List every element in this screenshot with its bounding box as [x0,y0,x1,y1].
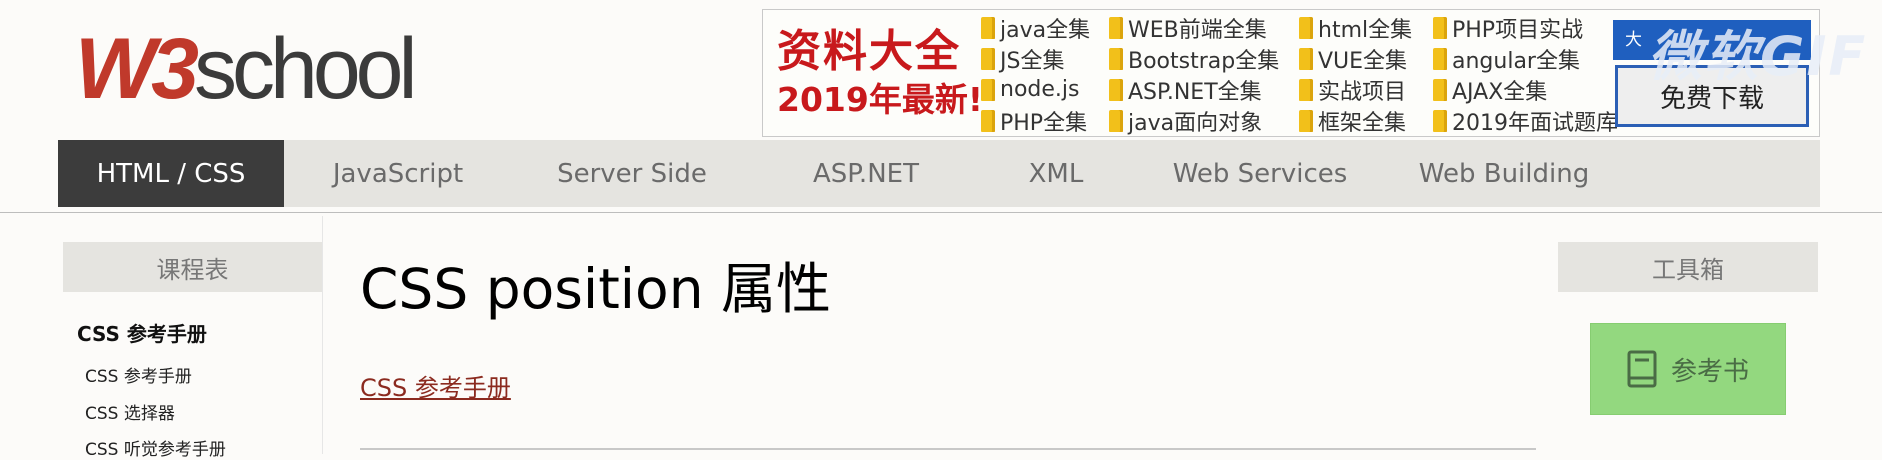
nav-item-xml[interactable]: XML [980,140,1132,207]
ad-link[interactable]: java面向对象 [1109,105,1299,136]
ad-link[interactable]: AJAX全集 [1433,74,1621,105]
folder-icon [981,78,995,101]
ad-link[interactable]: node.js [981,74,1109,105]
nav-item-web-services[interactable]: Web Services [1132,140,1388,207]
ad-link[interactable]: JS全集 [981,43,1109,74]
nav-divider [0,212,1882,213]
folder-icon [1433,78,1447,101]
nav-item-server-side[interactable]: Server Side [512,140,752,207]
main-nav: HTML / CSS JavaScript Server Side ASP.NE… [58,140,1820,207]
logo-school: school [194,21,418,117]
sidebar-section-title: CSS 参考手册 [77,322,207,346]
ad-link[interactable]: PHP全集 [981,105,1109,136]
folder-icon [1433,16,1447,39]
ad-link[interactable]: 2019年面试题库 [1433,105,1621,136]
ad-link[interactable]: html全集 [1299,12,1433,43]
folder-icon [1109,78,1123,101]
folder-icon [1109,109,1123,132]
ad-headline-line2: 2019年最新! [777,80,983,119]
folder-icon [981,47,995,70]
sidebar-divider [322,216,323,454]
ad-headline: 资料大全 2019年最新! [777,26,983,122]
reference-book-button[interactable]: 参考书 [1590,323,1786,415]
nav-item-asp-net[interactable]: ASP.NET [752,140,980,207]
ad-link[interactable]: ASP.NET全集 [1109,74,1299,105]
folder-icon [1299,16,1313,39]
sidebar-heading: 课程表 [63,242,322,292]
toolbox-heading: 工具箱 [1558,242,1818,292]
ad-link[interactable]: PHP项目实战 [1433,12,1621,43]
ad-banner[interactable]: 资料大全 2019年最新! java全集 WEB前端全集 html全集 PHP项… [762,9,1820,137]
ad-link[interactable]: Bootstrap全集 [1109,43,1299,74]
ad-link[interactable]: WEB前端全集 [1109,12,1299,43]
nav-item-html-css[interactable]: HTML / CSS [58,140,284,207]
folder-icon [1299,78,1313,101]
page-title: CSS position 属性 [360,257,832,321]
toolbox-sidebar: 工具箱 参考书 [1558,242,1818,454]
sidebar-item-css-selectors[interactable]: CSS 选择器 [85,399,175,424]
course-sidebar: 课程表 CSS 参考手册 CSS 参考手册 CSS 选择器 CSS 听觉参考手册 [63,242,322,460]
nav-item-web-building[interactable]: Web Building [1388,140,1620,207]
reference-book-label: 参考书 [1670,356,1749,387]
download-banner[interactable]: 大 [1613,20,1811,60]
ad-link[interactable]: 实战项目 [1299,74,1433,105]
logo-w3: W3 [75,21,199,117]
folder-icon [981,16,995,39]
nav-item-javascript[interactable]: JavaScript [284,140,512,207]
folder-icon [1109,47,1123,70]
folder-icon [1433,109,1447,132]
folder-icon [1109,16,1123,39]
content-divider [360,448,1536,450]
sidebar-item-css-aural[interactable]: CSS 听觉参考手册 [85,435,226,460]
ad-link[interactable]: VUE全集 [1299,43,1433,74]
sidebar-item-css-reference[interactable]: CSS 参考手册 [85,362,192,387]
ad-headline-line1: 资料大全 [777,26,961,77]
folder-icon [1433,47,1447,70]
folder-icon [1299,47,1313,70]
free-download-button[interactable]: 免费下载 [1615,65,1809,127]
folder-icon [981,109,995,132]
book-icon [1627,350,1657,388]
w3school-logo[interactable]: W3school [75,21,418,117]
css-reference-link[interactable]: CSS 参考手册 [360,368,511,403]
folder-icon [1299,109,1313,132]
ad-link[interactable]: angular全集 [1433,43,1621,74]
ad-link[interactable]: java全集 [981,12,1109,43]
ad-link-grid: java全集 WEB前端全集 html全集 PHP项目实战 JS全集 Boots… [981,12,1621,136]
ad-link[interactable]: 框架全集 [1299,105,1433,136]
